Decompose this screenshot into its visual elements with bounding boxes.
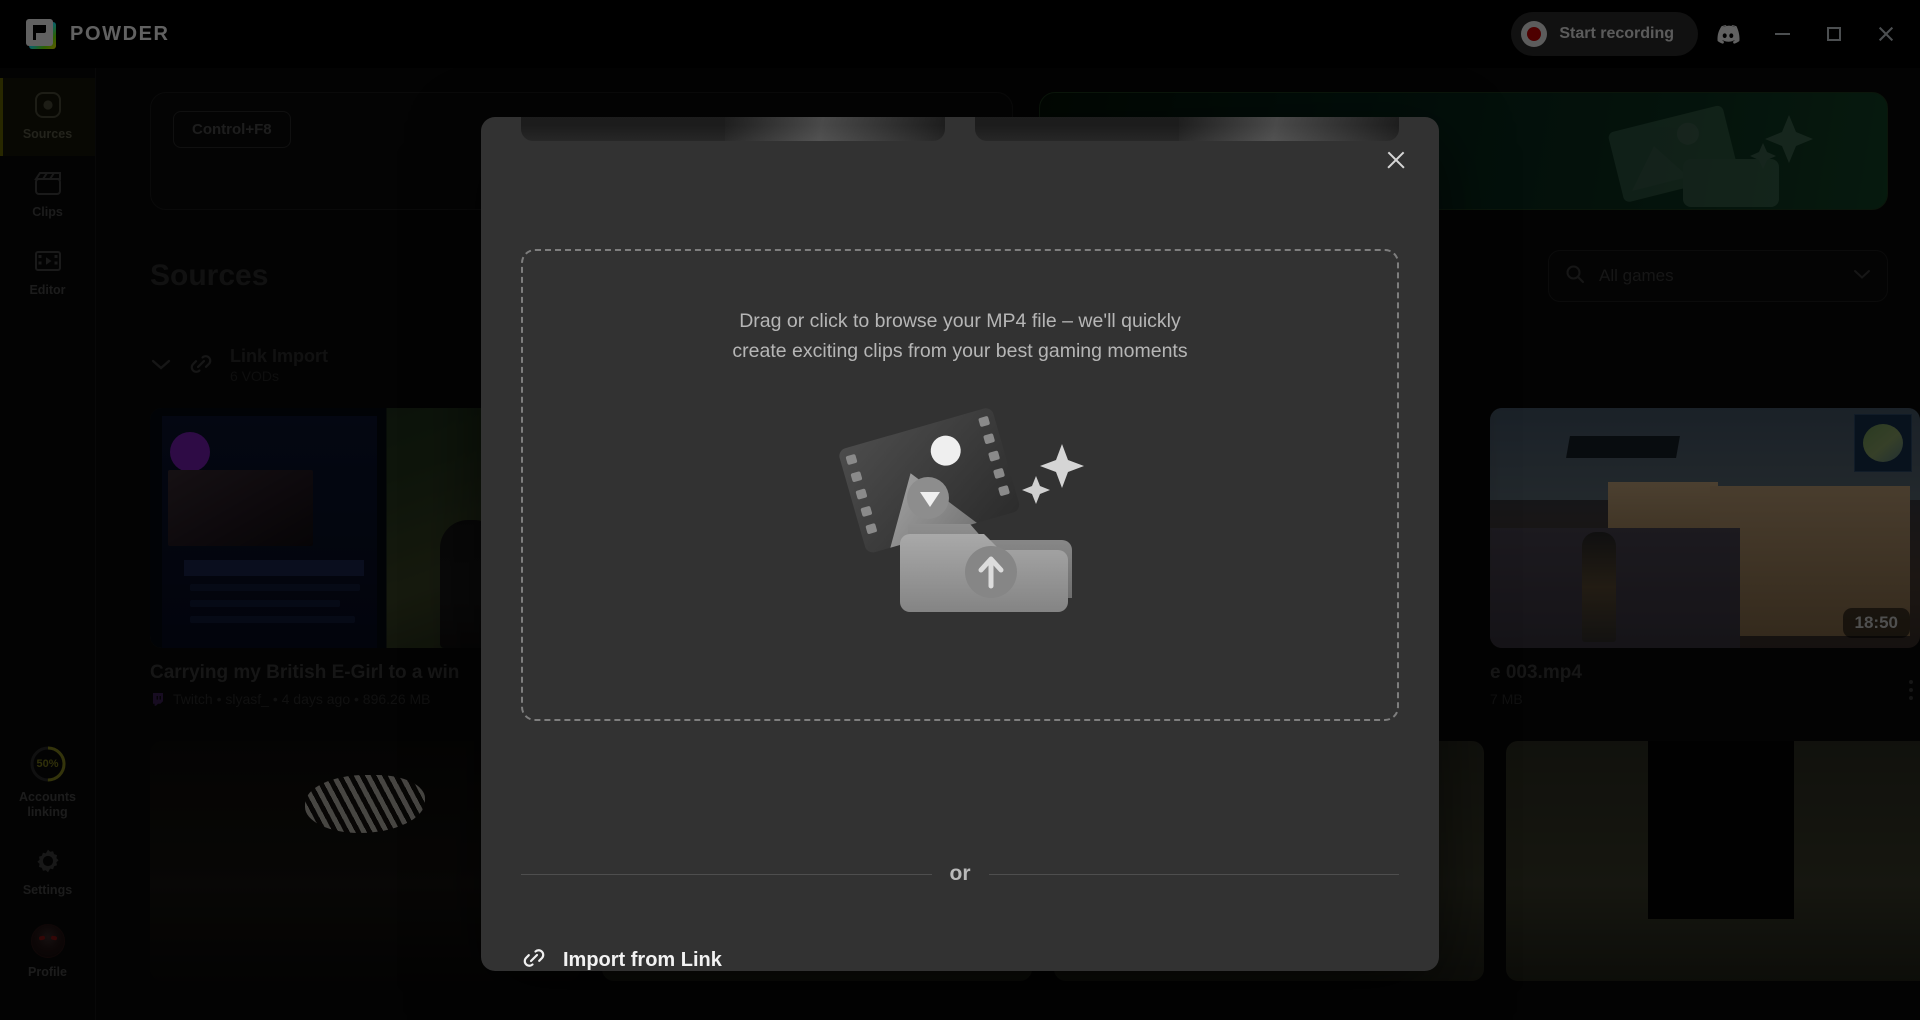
import-video-modal: Drag or click to browse your MP4 file – … (481, 117, 1439, 971)
divider-line-right (988, 873, 1399, 875)
close-icon[interactable] (1379, 143, 1413, 177)
powder-app-window: POWDER Start recording (0, 0, 1920, 1020)
import-from-link-title: Import from Link (563, 949, 722, 971)
or-divider: or (521, 862, 1399, 886)
file-dropzone[interactable]: Drag or click to browse your MP4 file – … (521, 249, 1399, 721)
link-icon (521, 945, 547, 971)
divider-line-left (521, 873, 932, 875)
clipped-tab[interactable] (975, 117, 1399, 141)
folder-upload-media-icon (830, 406, 1090, 621)
divider-label: or (949, 862, 971, 885)
import-from-link-header: Import from Link (521, 945, 722, 971)
dropzone-line-1: Drag or click to browse your MP4 file – … (739, 310, 1181, 332)
dropzone-line-2: create exciting clips from your best gam… (732, 340, 1188, 362)
clipped-tab[interactable] (521, 117, 945, 141)
clipped-source-tabs (521, 117, 1399, 141)
